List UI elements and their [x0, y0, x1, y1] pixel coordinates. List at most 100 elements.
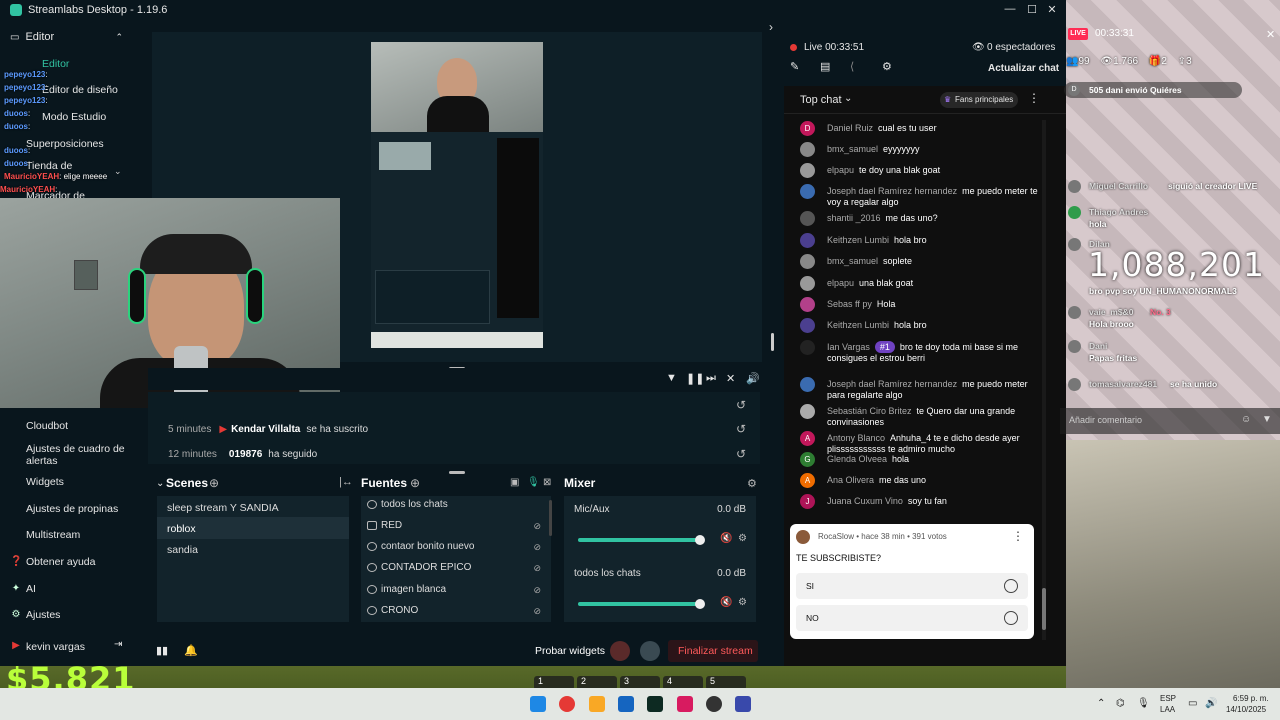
end-stream-button[interactable]: Finalizar stream [678, 645, 753, 657]
chevron-up-icon[interactable]: ⌃ [1097, 698, 1105, 709]
close-button[interactable]: ✕ [1044, 3, 1060, 17]
volume-icon[interactable]: 🔊 [1205, 698, 1217, 709]
chat-username[interactable]: bmx_samuel [827, 256, 878, 266]
display-icon[interactable]: ▭ [1188, 698, 1197, 709]
volume-knob[interactable] [695, 535, 706, 545]
replay-buffer-button[interactable] [640, 641, 660, 661]
filter-icon[interactable]: ▼ [1262, 414, 1272, 425]
refresh-chat-button[interactable]: Actualizar chat [988, 63, 1059, 74]
replay-icon[interactable]: ↺ [736, 447, 746, 461]
poll-option[interactable]: SI [796, 573, 1028, 599]
source-item[interactable]: CRONO [381, 605, 418, 616]
volume-knob[interactable] [695, 599, 706, 609]
chat-username[interactable]: Keithzen Lumbi [827, 235, 889, 245]
sidebar-item-settings[interactable]: Ajustes [26, 609, 60, 621]
mute-icon[interactable]: 🔇 [720, 597, 732, 608]
chat-username[interactable]: elpapu [827, 278, 854, 288]
streamlabs-taskbar-icon[interactable] [647, 696, 663, 712]
visibility-off-icon[interactable]: ⊘ [533, 563, 541, 574]
chat-username[interactable]: Ana Olivera [827, 475, 874, 485]
scene-item[interactable]: sandia [167, 544, 198, 556]
folder-icon[interactable]: ▣ [510, 477, 519, 488]
maximize-button[interactable]: ☐ [1024, 3, 1040, 17]
language-label[interactable]: ESP [1160, 694, 1176, 703]
chrome-icon[interactable] [559, 696, 575, 712]
mute-alerts-icon[interactable]: ✕ [726, 372, 735, 385]
chat-username[interactable]: Sebastián Ciro Britez [827, 406, 912, 416]
chevron-down-icon[interactable]: ⌄ [844, 93, 852, 104]
source-item[interactable]: imagen blanca [381, 584, 446, 595]
sidebar-item-studio-mode[interactable]: Modo Estudio [42, 111, 106, 123]
replay-icon[interactable]: ↺ [736, 398, 746, 412]
source-item[interactable]: CONTADOR EPICO [381, 562, 471, 573]
chat-username[interactable]: Ian Vargas [827, 342, 870, 352]
sidebar-item-ai[interactable]: AI [26, 583, 36, 595]
visibility-off-icon[interactable]: ⊘ [533, 542, 541, 553]
scene-item-selected[interactable]: roblox [167, 523, 196, 535]
chat-username[interactable]: Antony Blanco [827, 433, 885, 443]
test-widgets-button[interactable]: Probar widgets [535, 645, 605, 657]
file-explorer-icon[interactable] [589, 696, 605, 712]
clock-time[interactable]: 6:59 p. m. [1233, 694, 1269, 703]
chat-mode-dropdown[interactable]: Top chat [800, 94, 842, 106]
chat-username[interactable]: Joseph dael Ramírez hernandez [827, 186, 957, 196]
mic-icon[interactable]: 🎙 [1137, 698, 1150, 709]
gear-icon[interactable]: ⚙ [882, 60, 892, 73]
visibility-off-icon[interactable]: ⊘ [533, 606, 541, 617]
sidebar-editor-header[interactable]: ▭ Editor ⌃ [0, 27, 145, 47]
bell-icon[interactable]: 🔔 [184, 644, 198, 657]
sidebar-item-tips[interactable]: Ajustes de propinas [26, 503, 118, 515]
visibility-off-icon[interactable]: ⊘ [533, 521, 541, 532]
sidebar-item-store[interactable]: Tienda de [26, 160, 72, 172]
more-icon[interactable]: ⋮ [1028, 91, 1040, 105]
sidebar-item-overlays[interactable]: Superposiciones [26, 138, 104, 150]
record-button[interactable] [610, 641, 630, 661]
sidebar-item-layout-editor[interactable]: Editor de diseño [42, 84, 118, 96]
share-icon[interactable]: ⟨ [850, 60, 854, 73]
gear-icon[interactable]: ⚙ [738, 597, 747, 608]
more-icon[interactable]: ⋮ [1012, 529, 1024, 543]
mute-icon[interactable]: 🔇 [720, 533, 732, 544]
chat-username[interactable]: Joseph dael Ramírez hernandez [827, 379, 957, 389]
source-item[interactable]: RED [381, 520, 402, 531]
network-icon[interactable]: ⌬ [1116, 698, 1125, 709]
windows-start-icon[interactable] [530, 696, 546, 712]
sidebar-item-alertbox[interactable]: Ajustes de cuadro de alertas [26, 443, 126, 467]
logout-icon[interactable]: ⇥ [114, 639, 122, 650]
chevron-right-icon[interactable]: › [769, 20, 773, 34]
app-icon[interactable] [735, 696, 751, 712]
resize-handle[interactable] [449, 471, 465, 474]
collapse-icon[interactable]: |↔ [339, 476, 353, 488]
sidebar-item-editor[interactable]: Editor [42, 58, 69, 70]
gear-icon[interactable]: ⚙ [747, 477, 757, 490]
chat-username[interactable]: Juana Cuxum Vino [827, 496, 903, 506]
volume-slider[interactable] [578, 602, 701, 606]
volume-slider[interactable] [578, 538, 701, 542]
visibility-off-icon[interactable]: ⊘ [533, 585, 541, 596]
chat-username[interactable]: Sebas ff py [827, 299, 872, 309]
gear-icon[interactable]: ⚙ [738, 533, 747, 544]
poll-option[interactable]: NO [796, 605, 1028, 631]
chat-username[interactable]: elpapu [827, 165, 854, 175]
sidebar-item-cloudbot[interactable]: Cloudbot [26, 420, 68, 432]
chat-username[interactable]: shantii _2016 [827, 213, 881, 223]
pause-icon[interactable]: ❚❚ [686, 372, 704, 385]
user-name[interactable]: kevin vargas [26, 641, 85, 653]
obs-icon[interactable] [706, 696, 722, 712]
volume-icon[interactable]: 🔊 [746, 372, 760, 385]
app-icon[interactable] [618, 696, 634, 712]
chat-scrollbar[interactable] [1042, 120, 1046, 640]
scene-item[interactable]: sleep stream Y SANDIA [167, 502, 279, 514]
minimize-button[interactable]: — [1002, 3, 1018, 17]
scrollbar[interactable] [549, 500, 552, 536]
close-icon[interactable]: ✕ [1266, 28, 1275, 41]
source-item[interactable]: contaor bonito nuevo [381, 541, 474, 552]
sidebar-item-multistream[interactable]: Multistream [26, 529, 80, 541]
chat-scroll-thumb[interactable] [1042, 588, 1046, 630]
add-source-icon[interactable]: ⊕ [410, 476, 420, 490]
clipboard-icon[interactable]: ▤ [820, 60, 830, 73]
edit-icon[interactable]: ✎ [790, 60, 799, 73]
filter-icon[interactable]: ▼ [666, 372, 677, 384]
delete-icon[interactable]: ⊠ [543, 477, 551, 488]
chat-username[interactable]: bmx_samuel [827, 144, 878, 154]
